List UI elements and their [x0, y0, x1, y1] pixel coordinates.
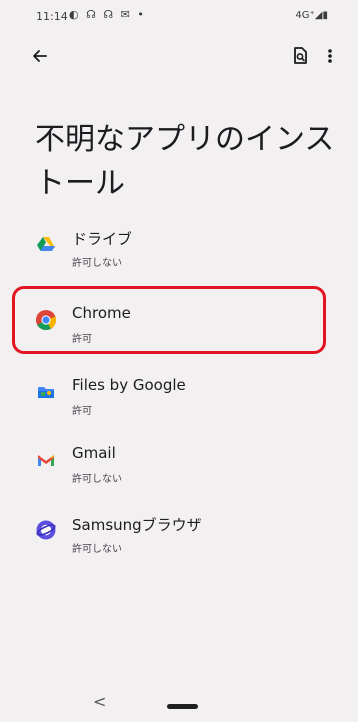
- status-time: 11:14: [36, 10, 68, 23]
- app-name: Samsungブラウザ: [72, 516, 202, 534]
- status-bar: 11:14 ◐ ☊ ☊ ✉ • 4G⁺◢▮: [0, 0, 358, 32]
- app-name: Files by Google: [72, 376, 186, 394]
- nav-back-button[interactable]: <: [93, 692, 106, 711]
- search-in-page-icon: [294, 47, 307, 64]
- more-options-button[interactable]: [320, 42, 340, 70]
- google-drive-icon: [36, 234, 56, 254]
- app-row-files-by-google[interactable]: Files by Google 許可: [0, 374, 358, 430]
- nav-home-handle[interactable]: [167, 704, 198, 709]
- network-signal-battery-icon: 4G⁺◢▮: [295, 10, 328, 21]
- app-permission-status: 許可: [72, 406, 92, 417]
- notification-icons: ◐ ☊ ☊ ✉ •: [69, 8, 146, 21]
- phone-screen: 11:14 ◐ ☊ ☊ ✉ • 4G⁺◢▮ 不明なアプリのインストール ドライブ…: [0, 0, 358, 722]
- arrow-left-icon: [33, 50, 47, 62]
- app-permission-status: 許可しない: [72, 474, 122, 485]
- app-permission-status: 許可しない: [72, 544, 122, 555]
- app-permission-status: 許可しない: [72, 258, 122, 269]
- page-title: 不明なアプリのインストール: [35, 122, 335, 201]
- gmail-icon: [36, 450, 56, 470]
- app-row-samsung-internet[interactable]: Samsungブラウザ 許可しない: [0, 512, 358, 568]
- app-row-gmail[interactable]: Gmail 許可しない: [0, 442, 358, 498]
- toolbar: [0, 38, 358, 78]
- app-name: Gmail: [72, 444, 116, 462]
- samsung-internet-icon: [36, 520, 56, 540]
- back-button[interactable]: [26, 42, 54, 70]
- search-in-page-button[interactable]: [286, 42, 314, 70]
- files-by-google-icon: [36, 382, 56, 402]
- app-row-drive[interactable]: ドライブ 許可しない: [0, 226, 358, 282]
- more-vertical-icon: [328, 49, 332, 63]
- annotation-highlight-box: [12, 286, 326, 354]
- navigation-bar: <: [0, 690, 358, 722]
- app-name: ドライブ: [72, 230, 133, 248]
